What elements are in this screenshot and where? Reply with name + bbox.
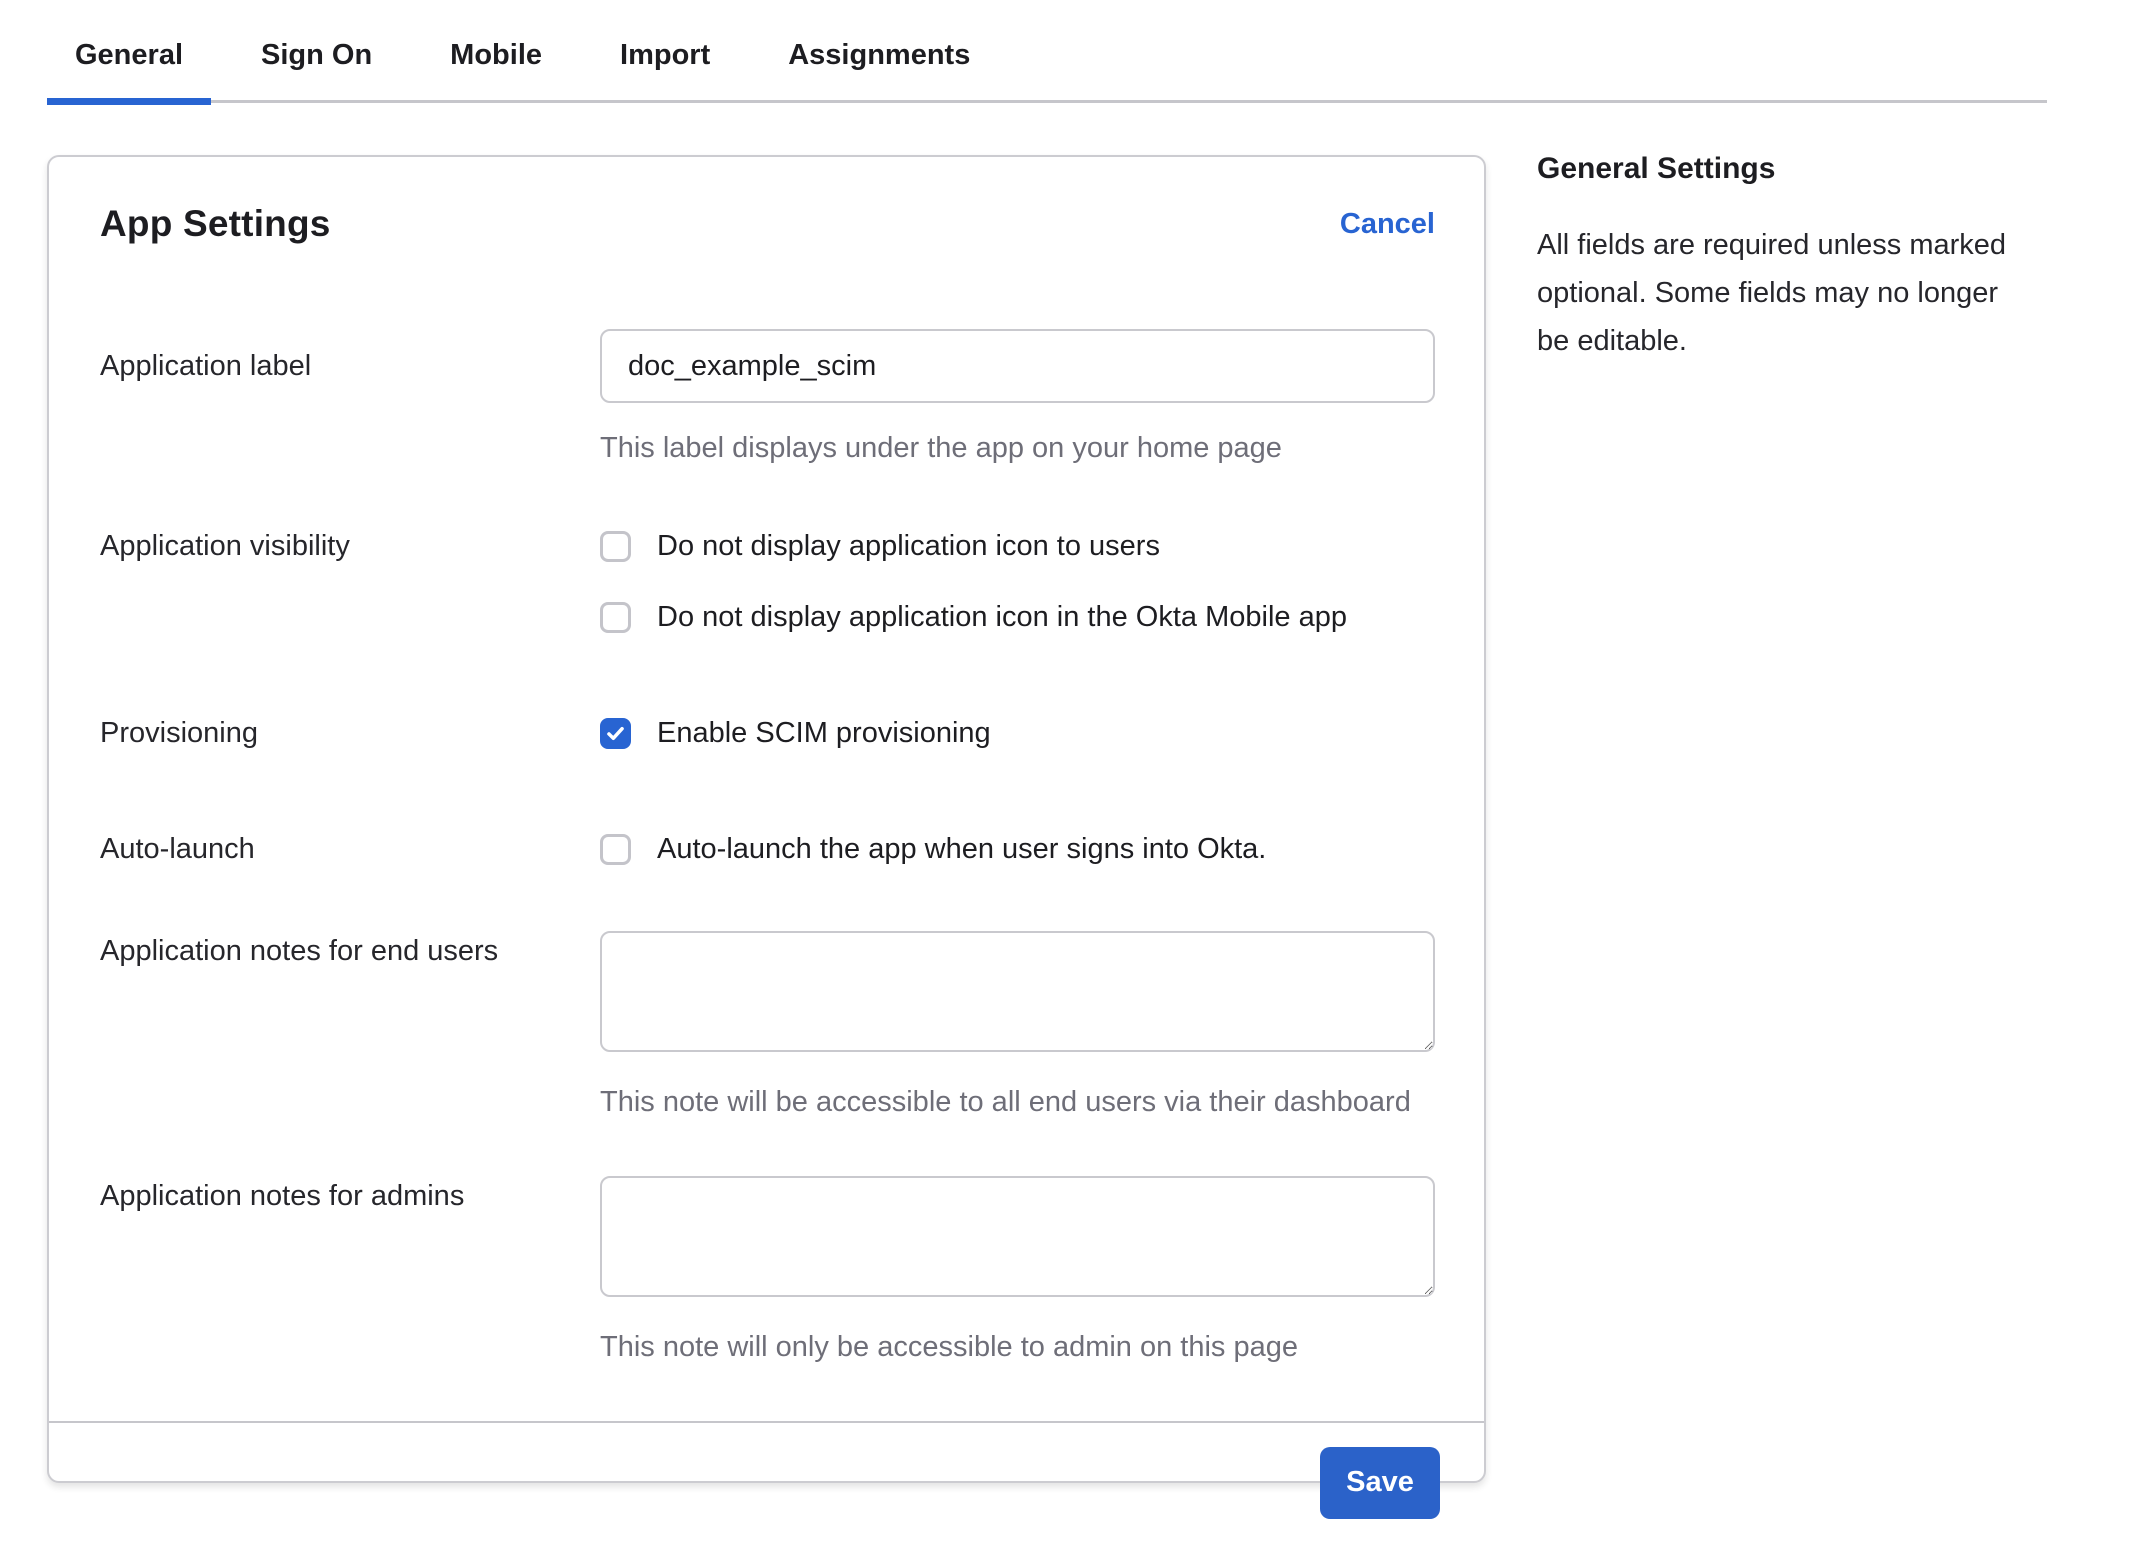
application-label-help: This label displays under the app on you… (600, 430, 1435, 466)
checkbox-auto-launch[interactable]: Auto-launch the app when user signs into… (600, 829, 1435, 869)
check-icon (600, 602, 631, 633)
checkbox-auto-launch-label: Auto-launch the app when user signs into… (657, 829, 1266, 869)
notes-admins-help: This note will only be accessible to adm… (600, 1329, 1435, 1365)
check-icon (600, 531, 631, 562)
application-visibility-label: Application visibility (100, 526, 600, 566)
form-row-application-visibility: Application visibility Do not display ap… (100, 526, 1435, 637)
form-row-application-label: Application label This label displays un… (100, 329, 1435, 466)
form-row-notes-admins: Application notes for admins This note w… (100, 1176, 1435, 1365)
panel-title: App Settings (100, 203, 331, 245)
notes-end-users-label: Application notes for end users (100, 931, 600, 971)
form-row-auto-launch: Auto-launch Auto-launch the app when use… (100, 829, 1435, 869)
tab-sign-on[interactable]: Sign On (233, 9, 400, 100)
tab-assignments[interactable]: Assignments (760, 9, 998, 100)
application-label-input[interactable] (600, 329, 1435, 403)
form-row-notes-end-users: Application notes for end users This not… (100, 931, 1435, 1120)
panel-header: App Settings Cancel (100, 203, 1435, 245)
tab-import[interactable]: Import (592, 9, 738, 100)
provisioning-label: Provisioning (100, 713, 600, 753)
form-row-provisioning: Provisioning Enable SCIM provisioning (100, 713, 1435, 753)
checkbox-enable-scim[interactable]: Enable SCIM provisioning (600, 713, 1435, 753)
notes-admins-textarea[interactable] (600, 1176, 1435, 1297)
auto-launch-label: Auto-launch (100, 829, 600, 869)
checkbox-hide-icon-users[interactable]: Do not display application icon to users (600, 526, 1435, 566)
notes-admins-label: Application notes for admins (100, 1176, 600, 1216)
notes-end-users-textarea[interactable] (600, 931, 1435, 1052)
cancel-link[interactable]: Cancel (1340, 208, 1435, 241)
checkbox-enable-scim-label: Enable SCIM provisioning (657, 713, 991, 753)
checkbox-hide-icon-users-label: Do not display application icon to users (657, 526, 1160, 566)
side-help-title: General Settings (1537, 152, 2037, 186)
tab-general[interactable]: General (47, 9, 211, 100)
tab-mobile[interactable]: Mobile (422, 9, 570, 100)
app-settings-panel: App Settings Cancel Application label Th… (47, 155, 1486, 1483)
side-help-description: All fields are required unless marked op… (1537, 221, 2037, 365)
panel-footer: Save (49, 1421, 1484, 1542)
application-label-label: Application label (100, 329, 600, 386)
check-icon (600, 834, 631, 865)
save-button[interactable]: Save (1320, 1447, 1440, 1519)
app-settings-form: App Settings Cancel Application label Th… (49, 157, 1484, 1421)
general-settings-help: General Settings All fields are required… (1537, 152, 2037, 365)
checkbox-hide-icon-mobile-label: Do not display application icon in the O… (657, 597, 1347, 637)
checkbox-hide-icon-mobile[interactable]: Do not display application icon in the O… (600, 597, 1435, 637)
check-icon (600, 718, 631, 749)
notes-end-users-help: This note will be accessible to all end … (600, 1084, 1435, 1120)
app-tabs: General Sign On Mobile Import Assignment… (47, 0, 2047, 103)
